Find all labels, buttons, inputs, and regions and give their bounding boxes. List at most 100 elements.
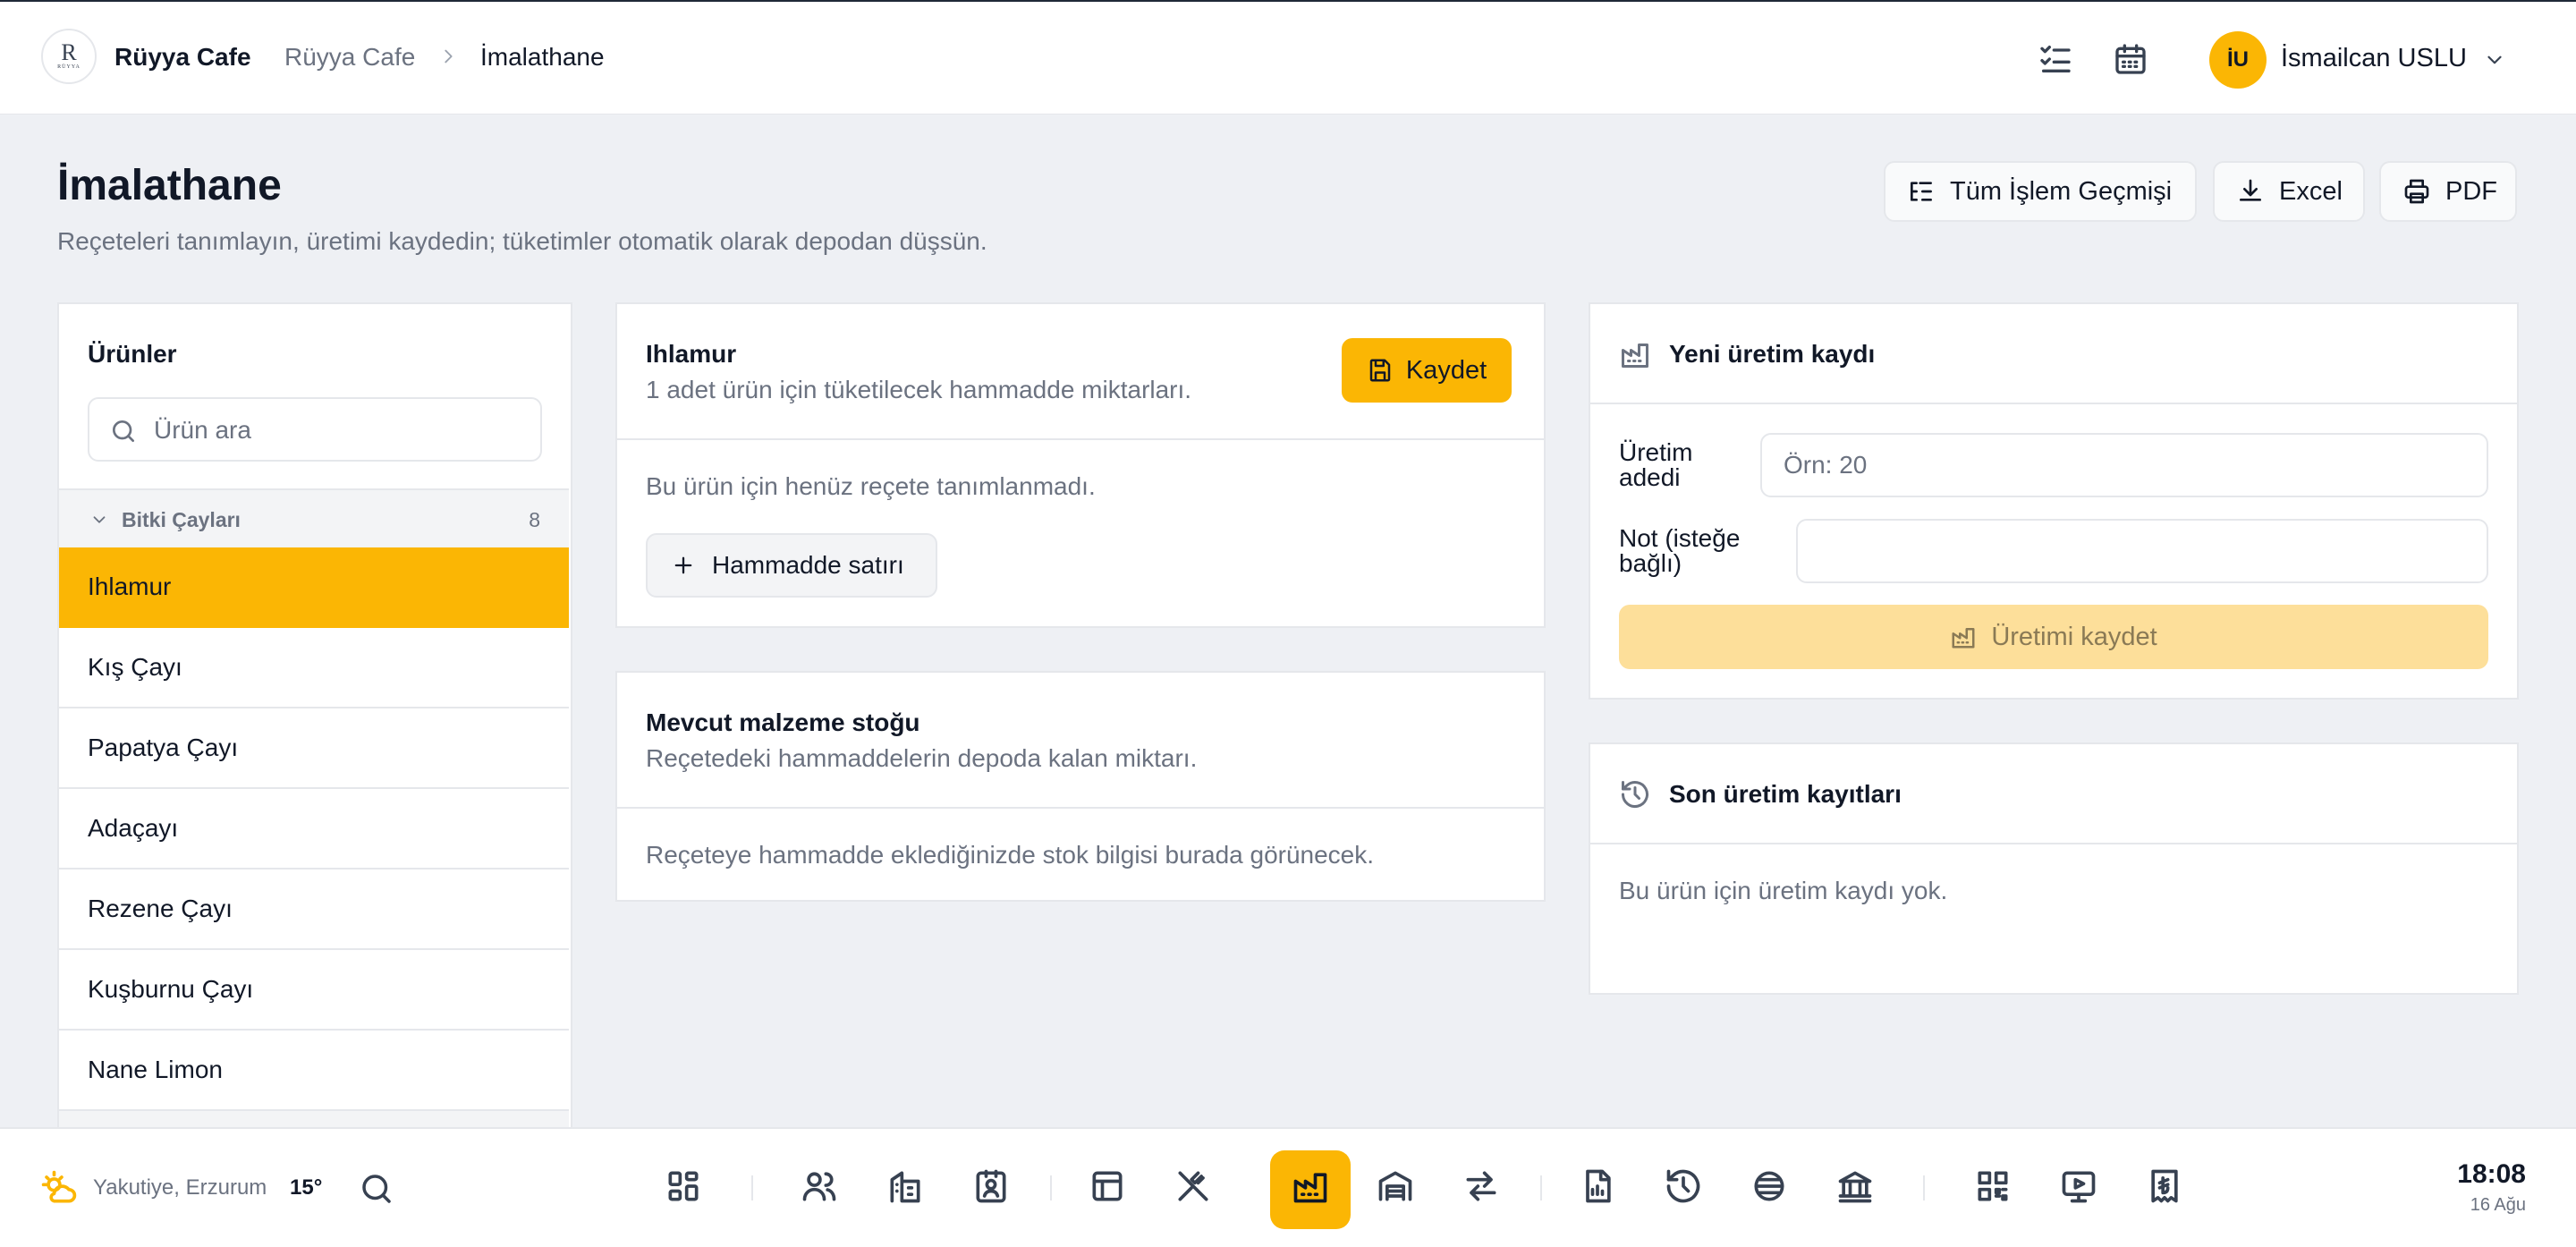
recipe-panel: Ihlamur 1 adet ürün için tüketilecek ham… [615, 302, 1546, 628]
products-title: Ürünler [88, 340, 177, 368]
user-avatar[interactable]: İU [2209, 31, 2267, 89]
note-label: Not (isteğe bağlı) [1619, 526, 1740, 576]
stock-title: Mevcut malzeme stoğu [646, 708, 920, 736]
clock-time: 18:08 [2457, 1159, 2526, 1189]
product-item[interactable]: Rezene Çayı [59, 870, 569, 950]
partly-sunny-icon [39, 1168, 79, 1208]
bottom-dock: Yakutiye, Erzurum 15° 18:08 16 Ağu [0, 1127, 2576, 1247]
plus-icon [671, 553, 696, 578]
production-form-title: Yeni üretim kaydı [1669, 340, 1876, 368]
quantity-label-line1: Üretim [1619, 438, 1693, 466]
product-item[interactable]: Adaçayı [59, 789, 569, 870]
category-name: Bitki Çayları [122, 508, 241, 531]
transfer-arrows-icon[interactable] [1462, 1166, 1501, 1206]
stock-panel: Mevcut malzeme stoğu Reçetedeki hammadde… [615, 671, 1546, 902]
page-title: İmalathane [57, 162, 282, 209]
stock-subtitle: Reçetedeki hammaddelerin depoda kalan mi… [646, 744, 1198, 772]
bank-icon[interactable] [1835, 1166, 1875, 1206]
production-form-panel: Yeni üretim kaydı Üretim adedi Not (iste… [1589, 302, 2519, 700]
quantity-label-line2: adedi [1619, 463, 1681, 491]
calendar-icon[interactable] [2113, 41, 2148, 77]
divider [617, 438, 1544, 440]
top-bar: R RÜYYA Rüyya Cafe Rüyya Cafe İmalathane … [0, 0, 2576, 115]
search-icon[interactable] [358, 1170, 395, 1208]
dashboard-icon[interactable] [664, 1166, 703, 1206]
excel-button[interactable]: Excel [2213, 161, 2365, 222]
brand-logo[interactable]: R RÜYYA [41, 29, 97, 84]
factory-icon [1950, 624, 1977, 650]
production-quantity-input[interactable] [1760, 433, 2488, 497]
cash-register-icon[interactable] [1750, 1166, 1789, 1206]
breadcrumb-chevron-icon [438, 47, 458, 66]
product-item[interactable]: Ihlamur [59, 547, 569, 628]
product-search-input[interactable] [152, 410, 531, 451]
save-recipe-label: Kaydet [1405, 355, 1487, 385]
product-item[interactable]: Nane Limon [59, 1031, 569, 1111]
save-recipe-button[interactable]: Kaydet [1342, 338, 1512, 403]
pdf-button[interactable]: PDF [2379, 161, 2517, 222]
screen-play-icon[interactable] [2059, 1166, 2098, 1206]
breadcrumb-current: İmalathane [480, 43, 605, 71]
id-badge-icon[interactable] [971, 1166, 1011, 1206]
divider [1590, 843, 2517, 844]
history-button-label: Tüm İşlem Geçmişi [1950, 176, 2173, 206]
list-tree-icon [1907, 177, 1936, 206]
weather-temperature: 15° [290, 1175, 323, 1200]
production-note-input[interactable] [1796, 519, 2488, 583]
product-search-box[interactable] [88, 397, 542, 462]
report-icon[interactable] [1578, 1166, 1617, 1206]
dock-separator [1050, 1175, 1052, 1200]
table-layout-icon[interactable] [1088, 1166, 1127, 1206]
history-button[interactable]: Tüm İşlem Geçmişi [1884, 161, 2197, 222]
utensils-crossed-icon[interactable] [1174, 1166, 1213, 1206]
category-header[interactable]: Bitki Çayları 8 [59, 488, 569, 547]
chevron-down-icon[interactable] [2483, 48, 2506, 72]
excel-button-label: Excel [2279, 176, 2343, 206]
add-ingredient-row-button[interactable]: Hammadde satırı [646, 533, 937, 598]
history-icon[interactable] [1664, 1166, 1703, 1206]
product-item[interactable]: Kuşburnu Çayı [59, 950, 569, 1031]
warehouse-icon[interactable] [1376, 1166, 1415, 1206]
weather-location: Yakutiye, Erzurum [93, 1175, 267, 1200]
recent-records-title: Son üretim kayıtları [1669, 780, 1902, 808]
recent-records-empty-text: Bu ürün için üretim kaydı yok. [1619, 877, 1948, 904]
recipe-subtitle: 1 adet ürün için tüketilecek hammadde mi… [646, 376, 1192, 403]
search-icon [109, 417, 138, 445]
quantity-label: Üretim adedi [1619, 440, 1692, 490]
recipe-empty-text: Bu ürün için henüz reçete tanımlanmadı. [646, 472, 1096, 500]
page-subtitle: Reçeteleri tanımlayın, üretimi kaydedin;… [57, 227, 987, 255]
chevron-down-icon [89, 510, 109, 530]
product-list: Ihlamur Kış Çayı Papatya Çayı Adaçayı Re… [59, 547, 569, 1192]
user-name[interactable]: İsmailcan USLU [2281, 44, 2467, 73]
task-list-icon[interactable] [2038, 41, 2073, 77]
dock-separator [1540, 1175, 1542, 1200]
dock-separator [751, 1175, 753, 1200]
qr-code-icon[interactable] [1973, 1166, 2012, 1206]
product-item[interactable]: Papatya Çayı [59, 708, 569, 789]
lira-receipt-icon[interactable] [2145, 1166, 2184, 1206]
add-ingredient-row-label: Hammadde satırı [712, 551, 904, 579]
dock-separator [1923, 1175, 1925, 1200]
save-icon [1367, 357, 1394, 384]
divider [1590, 403, 2517, 404]
recent-records-panel: Son üretim kayıtları Bu ürün için üretim… [1589, 742, 2519, 995]
stock-empty-text: Reçeteye hammadde eklediğinizde stok bil… [646, 841, 1375, 869]
save-production-label: Üretimi kaydet [1991, 622, 2157, 651]
divider [617, 807, 1544, 809]
brand-name[interactable]: Rüyya Cafe [114, 43, 251, 72]
users-icon[interactable] [800, 1166, 839, 1206]
factory-icon [1619, 338, 1651, 370]
printer-icon [2402, 177, 2431, 206]
clock-date: 16 Ağu [2470, 1195, 2526, 1215]
recipe-title: Ihlamur [646, 340, 737, 368]
production-icon[interactable] [1291, 1166, 1330, 1206]
save-production-button[interactable]: Üretimi kaydet [1619, 605, 2488, 669]
category-count: 8 [529, 508, 540, 531]
building-icon[interactable] [886, 1166, 925, 1206]
pdf-button-label: PDF [2445, 176, 2497, 206]
download-icon [2236, 177, 2265, 206]
note-label-line2: bağlı) [1619, 549, 1682, 577]
product-item[interactable]: Kış Çayı [59, 628, 569, 708]
products-panel: Ürünler Bitki Çayları 8 Ihlamur Kış Çayı… [57, 302, 572, 1192]
breadcrumb-home[interactable]: Rüyya Cafe [284, 43, 415, 72]
